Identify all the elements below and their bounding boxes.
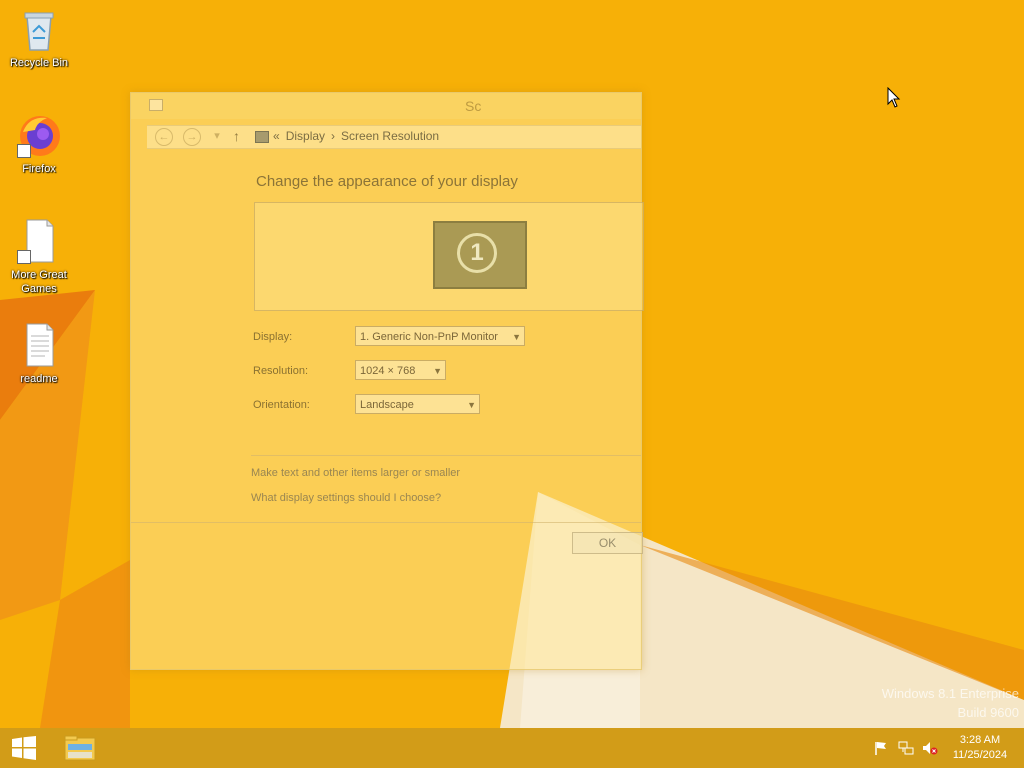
- chevron-down-icon: ▼: [433, 366, 442, 376]
- orientation-label: Orientation:: [253, 399, 310, 411]
- desktop-icon-label: Recycle Bin: [9, 57, 69, 69]
- display-settings-help-link[interactable]: What display settings should I choose?: [251, 492, 441, 504]
- clock-time: 3:28 AM: [959, 734, 1001, 746]
- address-bar[interactable]: ← → ▾ ↑ « Display › Screen Resolution: [147, 125, 641, 149]
- clock-date: 11/25/2024: [952, 749, 1008, 761]
- window-title: Sc: [465, 98, 482, 114]
- breadcrumb-overflow[interactable]: «: [273, 129, 280, 143]
- recent-dropdown-icon[interactable]: ▾: [209, 128, 225, 144]
- shortcut-arrow-icon: [17, 144, 31, 158]
- text-size-link[interactable]: Make text and other items larger or smal…: [251, 467, 460, 479]
- up-arrow-icon[interactable]: ↑: [233, 128, 240, 144]
- desktop: Recycle Bin Firefox More Great Games rea…: [0, 0, 1024, 768]
- monitor-number: 1: [457, 233, 497, 273]
- resolution-select[interactable]: 1024 × 768 ▼: [355, 360, 446, 380]
- desktop-icon-label: readme: [20, 373, 58, 385]
- action-center-flag-icon[interactable]: [873, 740, 889, 756]
- orientation-select-value: Landscape: [360, 399, 414, 411]
- page-heading: Change the appearance of your display: [256, 173, 518, 190]
- breadcrumb-screen-resolution[interactable]: Screen Resolution: [341, 129, 439, 143]
- display-select[interactable]: 1. Generic Non-PnP Monitor ▼: [355, 326, 525, 346]
- mouse-cursor-icon: [887, 87, 901, 108]
- resolution-select-value: 1024 × 768: [360, 365, 416, 377]
- document-shortcut-icon: [15, 218, 63, 266]
- footer-divider: [131, 522, 641, 523]
- monitor-icon: [255, 131, 269, 143]
- desktop-icon-label: More Great Games: [11, 269, 67, 295]
- chevron-down-icon: ▼: [467, 400, 476, 410]
- windows-start-icon[interactable]: [10, 736, 38, 760]
- volume-muted-icon[interactable]: [922, 740, 938, 756]
- desktop-icon-firefox[interactable]: Firefox: [1, 112, 77, 176]
- desktop-icon-recycle-bin[interactable]: Recycle Bin: [1, 6, 77, 70]
- display-label: Display:: [253, 331, 293, 343]
- display-select-value: 1. Generic Non-PnP Monitor: [360, 331, 498, 343]
- windows-watermark: Windows 8.1 Enterprise Build 9600: [882, 684, 1019, 722]
- taskbar: 3:28 AM 11/25/2024: [0, 728, 1024, 768]
- breadcrumb: « Display › Screen Resolution: [273, 129, 445, 143]
- watermark-build: Build 9600: [957, 705, 1019, 720]
- firefox-icon: [15, 112, 63, 160]
- resolution-label: Resolution:: [253, 365, 309, 377]
- file-explorer-icon[interactable]: [60, 732, 100, 764]
- window-titlebar[interactable]: Sc: [131, 93, 641, 119]
- desktop-icon-more-great-games[interactable]: More Great Games: [1, 218, 77, 296]
- taskbar-clock[interactable]: 3:28 AM 11/25/2024: [944, 733, 1016, 763]
- display-preview: 1: [254, 202, 644, 311]
- breadcrumb-display[interactable]: Display: [286, 129, 325, 143]
- desktop-icon-readme[interactable]: readme: [1, 322, 77, 386]
- orientation-select[interactable]: Landscape ▼: [355, 394, 480, 414]
- breadcrumb-separator: ›: [331, 129, 336, 143]
- text-document-icon: [15, 322, 63, 370]
- ok-button[interactable]: OK: [572, 532, 643, 554]
- recycle-bin-icon: [15, 6, 63, 54]
- chevron-down-icon: ▼: [512, 332, 521, 342]
- control-panel-icon: [149, 99, 163, 111]
- watermark-edition: Windows 8.1 Enterprise: [881, 686, 1019, 701]
- forward-arrow-icon[interactable]: →: [183, 128, 201, 146]
- desktop-icon-label: Firefox: [22, 163, 56, 175]
- section-divider: [251, 455, 641, 456]
- back-arrow-icon[interactable]: ←: [155, 128, 173, 146]
- screen-resolution-window[interactable]: Sc ← → ▾ ↑ « Display › Screen Resolution Ch…: [130, 92, 644, 670]
- monitor-thumbnail[interactable]: 1: [433, 221, 527, 289]
- network-icon[interactable]: [898, 740, 914, 756]
- shortcut-arrow-icon: [17, 250, 31, 264]
